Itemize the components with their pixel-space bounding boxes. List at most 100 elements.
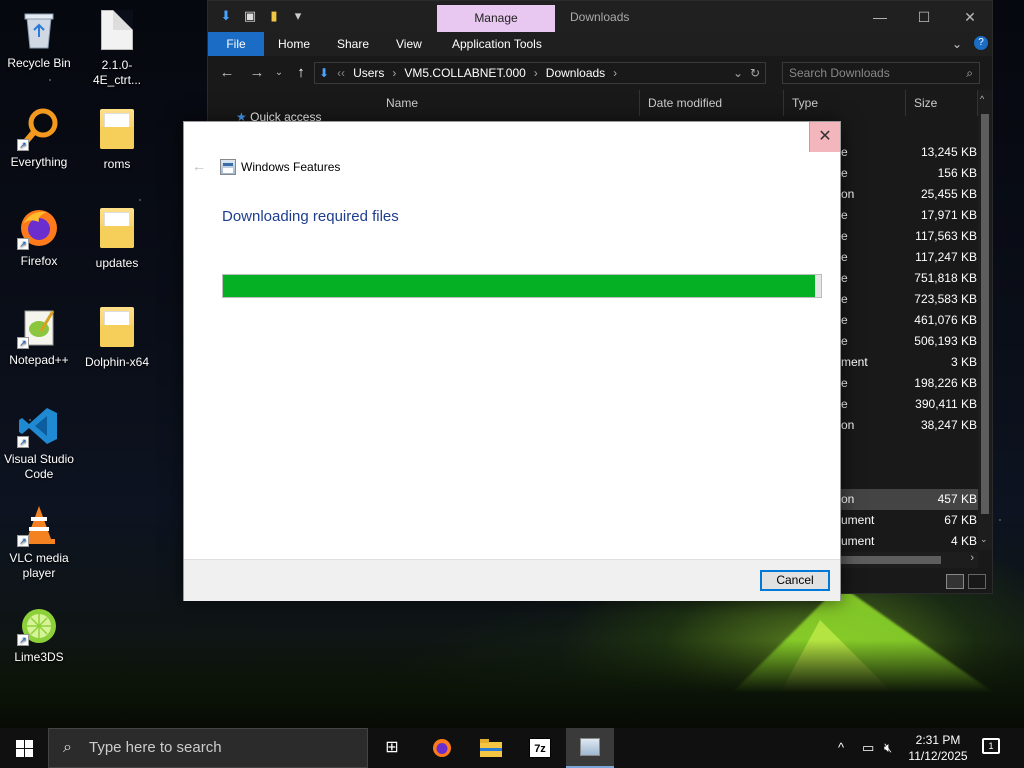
column-header-size[interactable]: Size xyxy=(906,90,978,116)
close-icon[interactable]: ✕ xyxy=(809,122,840,152)
network-icon[interactable]: ▭ xyxy=(862,728,874,768)
table-row[interactable]: ument 67 KB xyxy=(841,510,981,531)
table-row[interactable]: e 198,226 KB xyxy=(841,373,981,394)
chevron-right-icon[interactable]: › xyxy=(534,66,538,80)
customize-dropdown-icon[interactable]: ▾ xyxy=(290,8,306,24)
taskbar-7zip-icon[interactable]: 7z xyxy=(516,728,564,768)
file-type-cell: e xyxy=(841,334,848,348)
desktop-icon-vscode[interactable]: ↗ Visual Studio Code xyxy=(1,404,77,482)
system-clock[interactable]: 2:31 PM 11/12/2025 xyxy=(906,732,970,764)
desktop-icon-dolphin[interactable]: Dolphin-x64 xyxy=(79,305,155,370)
breadcrumb-vm5[interactable]: VM5.COLLABNET.000 xyxy=(404,66,525,80)
address-dropdown-icon[interactable]: ⌄ xyxy=(733,66,743,80)
desktop-icon-vlc[interactable]: ↗ VLC media player xyxy=(1,503,77,581)
explorer-titlebar[interactable]: ⬇ ▣ ▮ ▾ Manage Downloads — ☐ ✕ xyxy=(208,1,992,32)
back-arrow-icon[interactable]: ← xyxy=(218,64,236,81)
scroll-right-icon[interactable]: › xyxy=(970,552,974,564)
maximize-icon[interactable]: ☐ xyxy=(914,7,934,27)
properties-icon[interactable]: ▣ xyxy=(242,8,258,24)
show-hidden-icons-chevron-icon[interactable]: ^ xyxy=(838,728,844,768)
file-size-cell: 390,411 KB xyxy=(915,397,977,411)
table-row[interactable]: e 13,245 KB xyxy=(841,142,981,163)
tab-home[interactable]: Home xyxy=(278,32,310,56)
desktop-icon-updates[interactable]: updates xyxy=(79,206,155,271)
table-row[interactable]: e 751,818 KB xyxy=(841,268,981,289)
desktop-icon-everything[interactable]: ↗ Everything xyxy=(1,107,77,170)
task-view-icon[interactable]: ⊞ xyxy=(368,728,416,768)
breadcrumb-users[interactable]: Users xyxy=(353,66,384,80)
table-row[interactable]: e 17,971 KB xyxy=(841,205,981,226)
help-icon[interactable]: ? xyxy=(974,36,988,50)
chevron-right-icon[interactable]: › xyxy=(392,66,396,80)
taskbar-windows-features-icon[interactable] xyxy=(566,728,614,768)
table-row[interactable]: e 117,247 KB xyxy=(841,247,981,268)
file-type-cell: on xyxy=(841,418,855,432)
cancel-button[interactable]: Cancel xyxy=(760,570,830,591)
desktop-icon-recycle-bin[interactable]: Recycle Bin xyxy=(1,8,77,71)
table-row[interactable]: e 506,193 KB xyxy=(841,331,981,352)
ribbon-tabs: File Home Share View Application Tools ⌄… xyxy=(208,32,992,56)
desktop-icon-label: Visual Studio Code xyxy=(4,452,74,481)
search-downloads-input[interactable]: Search Downloads ⌕ xyxy=(782,62,980,84)
taskbar-search-box[interactable]: ⌕ Type here to search xyxy=(48,728,368,768)
desktop-icon-notepad-plus-plus[interactable]: ↗ Notepad++ xyxy=(1,305,77,368)
scroll-up-icon[interactable]: ^ xyxy=(980,94,984,104)
table-row[interactable]: on 457 KB xyxy=(841,489,981,510)
desktop-icon-firefox[interactable]: ↗ Firefox xyxy=(1,206,77,269)
tab-application-tools[interactable]: Application Tools xyxy=(452,32,542,56)
scrollbar-thumb[interactable] xyxy=(981,114,989,514)
volume-muted-icon[interactable]: 🔇︎ xyxy=(884,728,892,768)
desktop-icon-document-file[interactable]: 2.1.0-4E_ctrt... xyxy=(79,8,155,88)
scrollbar-thumb[interactable] xyxy=(841,556,941,564)
start-button[interactable] xyxy=(0,728,48,768)
document-file-icon xyxy=(95,10,139,54)
desktop-icon-lime3ds[interactable]: ↗ Lime3DS xyxy=(1,602,77,665)
tab-file[interactable]: File xyxy=(208,32,264,56)
table-row[interactable]: e 461,076 KB xyxy=(841,310,981,331)
forward-arrow-icon[interactable]: → xyxy=(248,64,266,81)
recent-locations-icon[interactable]: ⌄ xyxy=(270,67,288,78)
notification-center-icon[interactable]: 1 xyxy=(982,738,1000,754)
table-row[interactable]: on 38,247 KB xyxy=(841,415,981,436)
vertical-scrollbar[interactable]: ^ ⌄ xyxy=(978,90,992,550)
column-header-type[interactable]: Type xyxy=(784,90,906,116)
close-icon[interactable]: ✕ xyxy=(960,7,980,27)
details-view-icon[interactable] xyxy=(946,574,964,589)
table-row[interactable]: ument 4 KB xyxy=(841,531,981,552)
file-type-cell: e xyxy=(841,166,848,180)
table-row[interactable]: on 25,455 KB xyxy=(841,184,981,205)
minimize-icon[interactable]: — xyxy=(870,7,890,27)
up-arrow-icon[interactable]: ↑ xyxy=(292,64,310,81)
dialog-title: Windows Features xyxy=(241,160,341,174)
file-type-cell: e xyxy=(841,271,848,285)
new-folder-icon[interactable]: ▮ xyxy=(266,8,282,24)
manage-context-tab[interactable]: Manage xyxy=(437,5,555,32)
vlc-icon: ↗ xyxy=(17,503,61,547)
scroll-down-icon[interactable]: ⌄ xyxy=(980,534,988,545)
tab-view[interactable]: View xyxy=(396,32,422,56)
column-header-name[interactable]: Name xyxy=(378,90,640,116)
file-type-cell: e xyxy=(841,376,848,390)
file-size-cell: 13,245 KB xyxy=(920,145,977,159)
table-row[interactable]: ment 3 KB xyxy=(841,352,981,373)
horizontal-scrollbar[interactable]: › xyxy=(841,552,978,568)
dialog-heading: Downloading required files xyxy=(222,208,399,225)
download-arrow-icon[interactable]: ⬇ xyxy=(218,8,234,24)
desktop-icon-label: updates xyxy=(95,256,139,270)
breadcrumb-downloads[interactable]: Downloads xyxy=(546,66,605,80)
taskbar-firefox-icon[interactable] xyxy=(418,728,466,768)
table-row[interactable]: e 390,411 KB xyxy=(841,394,981,415)
table-row[interactable]: e 117,563 KB xyxy=(841,226,981,247)
table-row[interactable]: e 156 KB xyxy=(841,163,981,184)
table-row[interactable]: e 723,583 KB xyxy=(841,289,981,310)
taskbar: ⌕ Type here to search ⊞ 7z ^ ▭ 🔇︎ 2:31 P… xyxy=(0,728,1024,768)
tab-share[interactable]: Share xyxy=(337,32,369,56)
desktop-icon-roms[interactable]: roms xyxy=(79,107,155,172)
large-icons-view-icon[interactable] xyxy=(968,574,986,589)
chevron-right-icon[interactable]: › xyxy=(613,66,617,80)
address-bar[interactable]: ⬇ ‹‹ Users › VM5.COLLABNET.000 › Downloa… xyxy=(314,62,766,84)
taskbar-file-explorer-icon[interactable] xyxy=(467,728,515,768)
refresh-icon[interactable]: ↻ xyxy=(750,66,760,80)
column-header-date-modified[interactable]: Date modified xyxy=(640,90,784,116)
ribbon-expand-icon[interactable]: ⌄ xyxy=(952,32,962,56)
